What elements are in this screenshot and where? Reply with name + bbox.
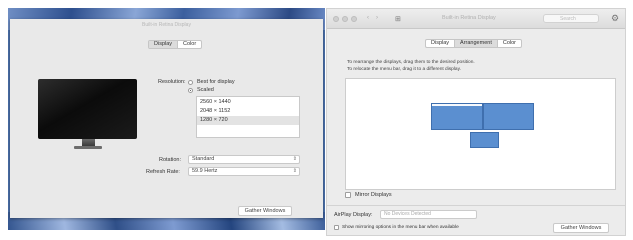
display-settings-window: Built-in Retina Display Display Color Re… [8,8,325,230]
search-placeholder: Search [560,16,576,22]
mirror-displays-label: Mirror Displays [355,192,392,198]
arrangement-settings-window: ‹ › ⊞ Built-in Retina Display Search ⚙ D… [326,8,626,236]
title-bar: ‹ › ⊞ Built-in Retina Display Search ⚙ [327,9,625,29]
airplay-display-select[interactable]: No Devices Detected [380,210,477,219]
display-settings-panel: Built-in Retina Display Display Color Re… [10,19,323,218]
show-mirroring-label: Show mirroring options in the menu bar w… [342,225,459,230]
close-button[interactable] [333,16,339,22]
rotation-value: Standard [192,156,215,162]
show-mirroring-checkbox[interactable] [334,225,339,230]
refresh-rate-select[interactable]: 59.9 Hertz ⇕ [188,167,300,176]
forward-arrow-icon[interactable]: › [376,15,378,21]
airplay-display-value: No Devices Detected [384,211,431,217]
gear-icon[interactable]: ⚙ [611,13,619,24]
display-left[interactable] [431,103,483,130]
window-title: Built-in Retina Display [442,15,496,21]
chevron-updown-icon: ⇕ [292,168,297,174]
monitor-image [38,79,137,139]
arrangement-tab-bar: Display Arrangement Color [425,39,522,48]
menu-bar-indicator[interactable] [432,104,482,106]
mirror-displays-checkbox[interactable] [345,192,351,198]
resolution-scaled-option[interactable]: Scaled [188,87,214,93]
arrangement-instruction: To rearrange the displays, drag them to … [347,60,475,65]
resolution-list-item[interactable]: 2560 × 1440 [197,98,299,107]
footer-divider [327,205,625,206]
tab-display[interactable]: Display [149,41,178,48]
radio-scaled-label: Scaled [197,87,214,93]
display-tab-bar: Display Color [148,40,203,49]
rotation-label: Rotation: [159,157,182,163]
display-arrangement-area [345,78,616,190]
gather-windows-button[interactable]: Gather Windows [238,206,292,216]
resolution-list-item[interactable]: 1280 × 720 [197,116,299,125]
minimize-button[interactable] [342,16,348,22]
radio-scaled[interactable] [188,87,193,93]
radio-best-for-display[interactable] [188,79,193,85]
radio-best-label: Best for display [197,79,235,85]
back-arrow-icon[interactable]: ‹ [367,15,369,21]
tab-color[interactable]: Color [496,40,521,47]
resolution-best-option[interactable]: Best for display [188,79,235,85]
rotation-select[interactable]: Standard ⇕ [188,155,300,164]
chevron-updown-icon: ⇕ [292,156,297,162]
monitor-stand [82,139,95,146]
tab-color[interactable]: Color [177,41,201,48]
search-input[interactable]: Search [543,14,599,23]
resolution-list-item[interactable]: 2048 × 1152 [197,107,299,116]
show-all-grid-icon[interactable]: ⊞ [395,15,401,23]
zoom-button[interactable] [351,16,357,22]
tab-arrangement[interactable]: Arrangement [454,40,497,47]
display-bottom[interactable] [470,132,499,148]
display-right[interactable] [483,103,534,130]
airplay-display-label: AirPlay Display: [334,212,373,218]
resolution-label: Resolution: [158,79,186,85]
refresh-rate-label: Refresh Rate: [146,169,180,175]
resolution-list[interactable]: 2560 × 1440 2048 × 1152 1280 × 720 [196,96,300,138]
refresh-rate-value: 59.9 Hertz [192,168,218,174]
monitor-stand-base [74,146,102,149]
tab-display[interactable]: Display [426,40,454,47]
window-title: Built-in Retina Display [142,22,191,28]
gather-windows-button[interactable]: Gather Windows [553,223,609,233]
menu-bar-instruction: To relocate the menu bar, drag it to a d… [347,67,461,72]
